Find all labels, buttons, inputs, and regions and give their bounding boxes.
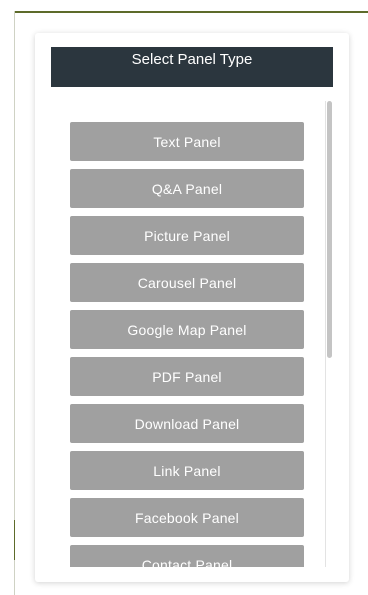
download-panel-button[interactable]: Download Panel bbox=[70, 404, 304, 443]
panel-type-list: Text Panel Q&A Panel Picture Panel Carou… bbox=[70, 122, 304, 567]
pdf-panel-button[interactable]: PDF Panel bbox=[70, 357, 304, 396]
facebook-panel-button[interactable]: Facebook Panel bbox=[70, 498, 304, 537]
picture-panel-button[interactable]: Picture Panel bbox=[70, 216, 304, 255]
link-panel-button[interactable]: Link Panel bbox=[70, 451, 304, 490]
window-top-border bbox=[14, 11, 368, 13]
contact-panel-button[interactable]: Contact Panel bbox=[70, 545, 304, 567]
dialog-title: Select Panel Type bbox=[51, 47, 333, 87]
carousel-panel-button[interactable]: Carousel Panel bbox=[70, 263, 304, 302]
list-scrollbar[interactable] bbox=[325, 101, 333, 567]
window-left-border-accent bbox=[14, 520, 15, 560]
qa-panel-button[interactable]: Q&A Panel bbox=[70, 169, 304, 208]
page-frame: Select Panel Type Text Panel Q&A Panel P… bbox=[0, 0, 368, 595]
window-left-border bbox=[14, 11, 15, 595]
select-panel-type-dialog: Select Panel Type Text Panel Q&A Panel P… bbox=[35, 33, 349, 582]
google-map-panel-button[interactable]: Google Map Panel bbox=[70, 310, 304, 349]
list-scrollbar-thumb[interactable] bbox=[327, 101, 332, 358]
text-panel-button[interactable]: Text Panel bbox=[70, 122, 304, 161]
panel-type-list-viewport[interactable]: Text Panel Q&A Panel Picture Panel Carou… bbox=[51, 101, 333, 567]
